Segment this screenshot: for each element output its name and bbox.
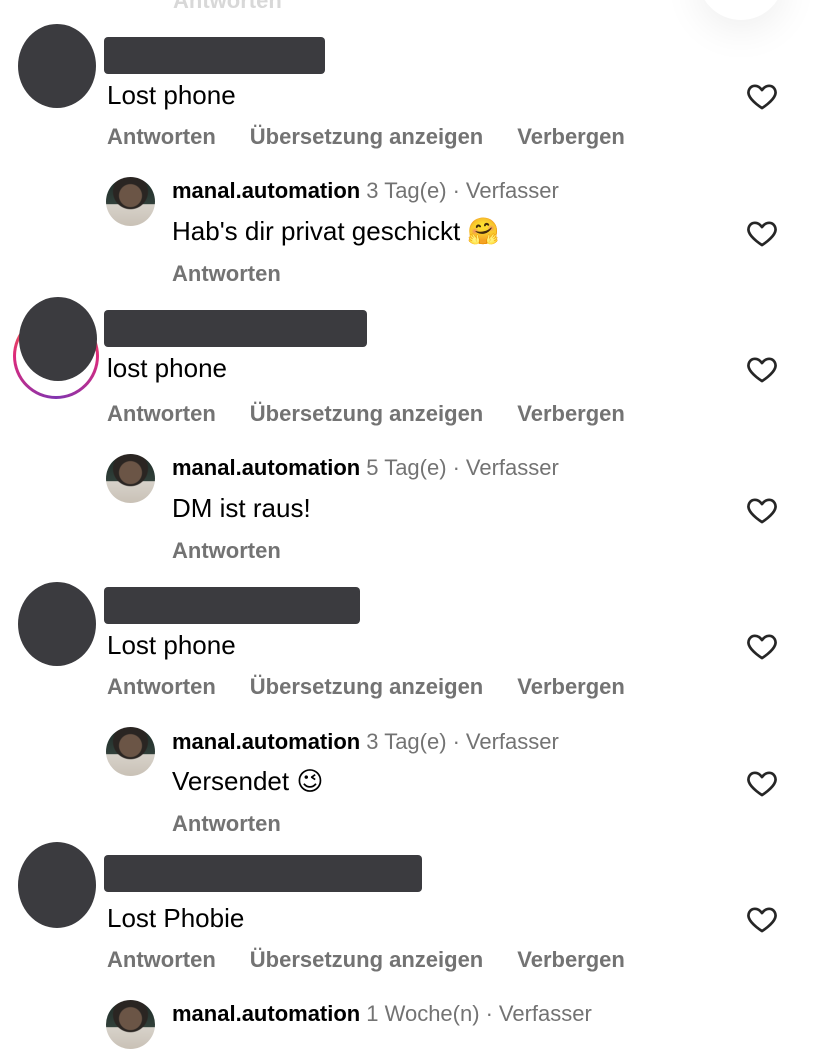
author-badge: Verfasser [498, 1001, 592, 1026]
heart-outline-icon[interactable] [745, 79, 779, 113]
author-badge: Verfasser [465, 178, 559, 203]
reply-button[interactable]: Antworten [107, 124, 216, 150]
comment-actions: Antworten Übersetzung anzeigen Verbergen [107, 674, 625, 700]
see-translation-button[interactable]: Übersetzung anzeigen [250, 124, 483, 150]
reply-button[interactable]: Antworten [107, 947, 216, 973]
commenter-avatar[interactable] [19, 297, 97, 381]
heart-outline-icon[interactable] [745, 216, 779, 250]
reply-header: manal.automation 5 Tag(e) · Verfasser [172, 455, 559, 481]
reply-button[interactable]: Antworten [172, 811, 281, 837]
meta-separator: · [452, 729, 460, 754]
reply-text-row: Hab's dir privat geschickt 🤗 [172, 216, 500, 247]
comment-actions: Antworten Übersetzung anzeigen Verbergen [107, 401, 625, 427]
hide-button[interactable]: Verbergen [517, 124, 625, 150]
commenter-avatar[interactable] [18, 842, 96, 928]
hide-button[interactable]: Verbergen [517, 947, 625, 973]
see-translation-button[interactable]: Übersetzung anzeigen [250, 674, 483, 700]
meta-separator: · [452, 178, 460, 203]
heart-outline-icon[interactable] [745, 766, 779, 800]
reply-header: manal.automation 3 Tag(e) · Verfasser [172, 729, 559, 755]
reply-text: DM ist raus! [172, 493, 311, 523]
author-badge: Verfasser [465, 455, 559, 480]
author-avatar[interactable] [106, 1000, 155, 1049]
author-badge: Verfasser [465, 729, 559, 754]
reply-username[interactable]: manal.automation [172, 1001, 360, 1027]
reply-text-row: DM ist raus! [172, 493, 311, 523]
reply-username[interactable]: manal.automation [172, 178, 360, 204]
author-avatar[interactable] [106, 727, 155, 776]
author-avatar[interactable] [106, 454, 155, 503]
winking-face-emoji: 😉 [296, 767, 324, 797]
reply-age: 1 Woche(n) [366, 1001, 480, 1026]
reply-username[interactable]: manal.automation [172, 455, 360, 481]
reply-username[interactable]: manal.automation [172, 729, 360, 755]
reply-age: 3 Tag(e) [366, 178, 447, 203]
comment-text: Lost phone [107, 630, 236, 660]
reply-text-row: Versendet 😉 [172, 766, 323, 797]
hide-button[interactable]: Verbergen [517, 674, 625, 700]
heart-outline-icon[interactable] [745, 493, 779, 527]
reply-header: manal.automation 3 Tag(e) · Verfasser [172, 178, 559, 204]
comment-actions: Antworten Übersetzung anzeigen Verbergen [107, 947, 625, 973]
reply-button[interactable]: Antworten [172, 538, 281, 564]
hugging-face-emoji: 🤗 [467, 217, 500, 247]
comment-actions: Antworten Übersetzung anzeigen Verbergen [107, 124, 625, 150]
author-avatar[interactable] [106, 177, 155, 226]
see-translation-button[interactable]: Übersetzung anzeigen [250, 947, 483, 973]
meta-separator: · [452, 455, 460, 480]
redacted-username [104, 855, 422, 892]
redacted-username [104, 37, 325, 74]
reply-text: Versendet [172, 766, 290, 796]
comment-text: lost phone [107, 353, 227, 383]
heart-outline-icon[interactable] [745, 352, 779, 386]
previous-reply-link[interactable]: Antworten [173, 0, 282, 14]
reply-text: Hab's dir privat geschickt [172, 216, 461, 246]
heart-outline-icon[interactable] [745, 902, 779, 936]
commenter-avatar[interactable] [18, 582, 96, 666]
reply-button[interactable]: Antworten [107, 674, 216, 700]
reply-button[interactable]: Antworten [107, 401, 216, 427]
heart-outline-icon[interactable] [745, 629, 779, 663]
redacted-username [104, 310, 367, 347]
meta-separator: · [485, 1001, 493, 1026]
reply-age: 3 Tag(e) [366, 729, 447, 754]
see-translation-button[interactable]: Übersetzung anzeigen [250, 401, 483, 427]
floating-button-shadow [698, 0, 784, 20]
comment-text: Lost phone [107, 80, 236, 110]
commenter-avatar[interactable] [18, 24, 96, 108]
redacted-username [104, 587, 360, 624]
reply-button[interactable]: Antworten [172, 261, 281, 287]
comment-text: Lost Phobie [107, 903, 245, 933]
reply-header: manal.automation 1 Woche(n) · Verfasser [172, 1001, 592, 1027]
reply-age: 5 Tag(e) [366, 455, 447, 480]
hide-button[interactable]: Verbergen [517, 401, 625, 427]
